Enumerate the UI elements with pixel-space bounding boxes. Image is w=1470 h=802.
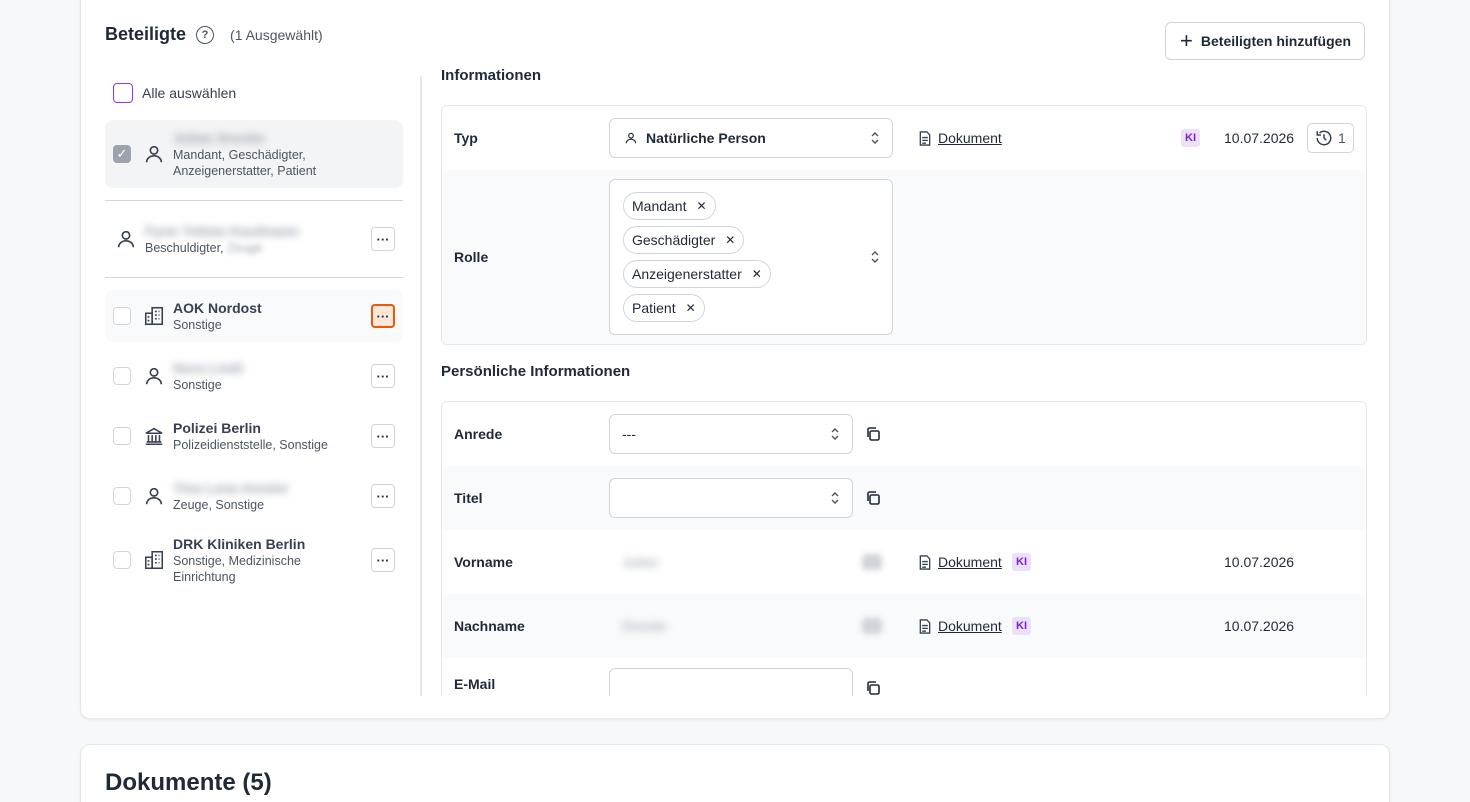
copy-icon[interactable] <box>865 680 881 696</box>
page-title: Beteiligte <box>105 24 187 44</box>
ki-badge: KI <box>1012 617 1031 635</box>
close-icon[interactable]: ✕ <box>686 301 696 315</box>
participant-list: Alle auswählen ✓ Julian Drexler Mandant,… <box>105 77 403 590</box>
more-options-button[interactable]: ··· <box>371 304 395 328</box>
person-icon <box>117 230 135 248</box>
row-email: E-Mail <box>442 658 1366 696</box>
chevron-updown-icon <box>831 492 839 504</box>
document-link[interactable]: Dokument <box>918 618 1002 634</box>
ki-badge: KI <box>1181 129 1200 147</box>
checkbox[interactable] <box>113 487 131 505</box>
list-item[interactable]: Fynn Tobias Kaufmann Beschuldigter, Zeug… <box>105 213 403 265</box>
more-options-button[interactable]: ··· <box>371 227 395 251</box>
list-item[interactable]: Nora Lindt Sonstige ··· <box>105 350 403 402</box>
person-icon <box>145 487 163 505</box>
building-icon <box>144 306 164 326</box>
history-button[interactable]: 1 <box>1307 123 1354 153</box>
history-icon <box>1316 130 1332 146</box>
role-chip: Mandant ✕ <box>623 192 716 220</box>
institution-icon <box>145 427 163 446</box>
help-icon[interactable]: ? <box>196 25 215 44</box>
info-box: Typ Natürliche Person Dokument KI 10.07.… <box>441 105 1367 345</box>
more-options-button[interactable]: ··· <box>371 548 395 572</box>
role-chip: Geschädigter ✕ <box>623 226 745 254</box>
person-icon <box>145 145 163 163</box>
close-icon[interactable]: ✕ <box>752 267 762 281</box>
chevron-updown-icon <box>871 132 879 144</box>
date: 10.07.2026 <box>1224 130 1295 146</box>
row-typ: Typ Natürliche Person Dokument KI 10.07.… <box>442 106 1366 170</box>
more-options-button[interactable]: ··· <box>371 484 395 508</box>
documents-title: Dokumente (5) <box>105 769 272 796</box>
personal-box: Anrede --- Titel Vorname Julian Dokument… <box>441 401 1367 696</box>
select-all[interactable]: Alle auswählen <box>105 77 403 109</box>
checkbox[interactable] <box>113 307 131 325</box>
row-rolle: Rolle Mandant ✕ Geschädigter ✕ Anzeigeners… <box>442 170 1366 344</box>
copy-icon[interactable] <box>862 554 882 570</box>
date: 10.07.2026 <box>1224 554 1295 570</box>
row-vorname: Vorname Julian Dokument KI 10.07.2026 <box>454 553 1295 571</box>
copy-icon[interactable] <box>862 618 882 634</box>
details-panel: Informationen Typ Natürliche Person Doku… <box>441 67 1367 696</box>
chevron-updown-icon <box>831 428 839 440</box>
row-anrede: Anrede --- <box>442 402 1366 466</box>
participants-card: Beteiligte ? (1 Ausgewählt) + Beteiligte… <box>80 0 1390 719</box>
list-item[interactable]: ✓ Julian Drexler Mandant, Geschädigter, … <box>105 120 403 188</box>
person-icon <box>625 132 637 144</box>
row-nachname: Nachname Drexler Dokument KI 10.07.2026 <box>442 594 1366 658</box>
close-icon[interactable]: ✕ <box>696 199 706 213</box>
checkbox[interactable] <box>113 551 131 569</box>
list-item[interactable]: DRK Kliniken Berlin Sonstige, Medizinisc… <box>105 530 403 590</box>
lastname-value[interactable]: Drexler <box>622 618 667 634</box>
documents-card: Dokumente (5) <box>80 744 1390 802</box>
checkbox[interactable] <box>113 427 131 445</box>
participants-header: Beteiligte ? (1 Ausgewählt) <box>105 24 323 45</box>
type-select[interactable]: Natürliche Person <box>609 118 893 158</box>
copy-icon[interactable] <box>865 426 881 442</box>
copy-icon[interactable] <box>865 490 881 506</box>
add-participant-button[interactable]: + Beteiligten hinzufügen <box>1165 22 1365 60</box>
roles-multiselect[interactable]: Mandant ✕ Geschädigter ✕ Anzeigenerstatter… <box>609 179 893 335</box>
document-link[interactable]: Dokument <box>918 130 1002 146</box>
ki-badge: KI <box>1012 553 1031 571</box>
checkbox[interactable] <box>113 367 131 385</box>
salutation-select[interactable]: --- <box>609 414 853 454</box>
role-chip: Patient ✕ <box>623 294 705 322</box>
select-all-checkbox[interactable] <box>113 83 133 103</box>
selected-count: (1 Ausgewählt) <box>230 26 323 43</box>
building-icon <box>144 550 164 570</box>
document-icon <box>919 618 931 634</box>
column-divider <box>420 76 422 696</box>
list-item[interactable]: AOK Nordost Sonstige ··· <box>105 290 403 342</box>
document-icon <box>919 130 931 146</box>
document-icon <box>919 554 931 570</box>
close-icon[interactable]: ✕ <box>725 233 735 247</box>
more-options-button[interactable]: ··· <box>371 364 395 388</box>
document-link[interactable]: Dokument <box>918 554 1002 570</box>
title-select[interactable] <box>609 478 853 518</box>
date: 10.07.2026 <box>1224 618 1295 634</box>
person-icon <box>145 367 163 385</box>
more-options-button[interactable]: ··· <box>371 424 395 448</box>
firstname-value[interactable]: Julian <box>622 554 659 570</box>
chevron-updown-icon <box>871 251 879 263</box>
section-title-personal: Persönliche Informationen <box>441 363 631 380</box>
checkbox[interactable]: ✓ <box>113 145 131 163</box>
section-title-info: Informationen <box>441 67 541 84</box>
list-item[interactable]: Polizei Berlin Polizeidienststelle, Sons… <box>105 410 403 462</box>
role-chip: Anzeigenerstatter ✕ <box>623 260 771 288</box>
row-titel: Titel <box>442 466 1366 530</box>
email-field[interactable] <box>609 668 853 696</box>
plus-icon: + <box>1180 28 1193 53</box>
list-item[interactable]: Tina Lena Amsler Zeuge, Sonstige ··· <box>105 470 403 522</box>
